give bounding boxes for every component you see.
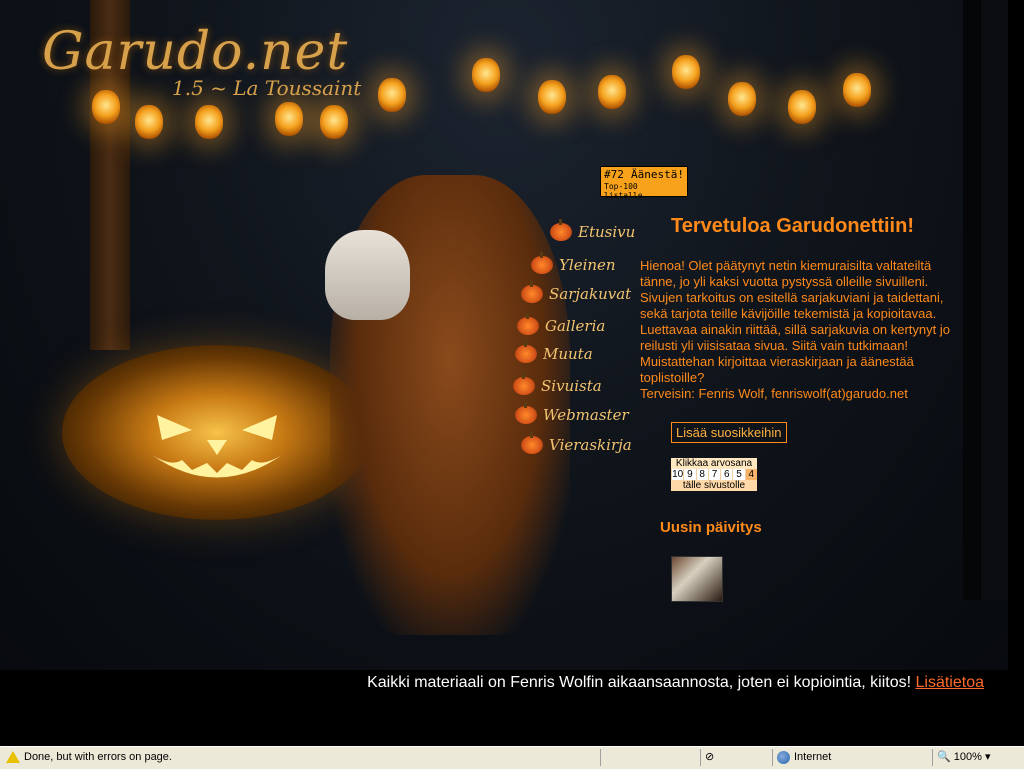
pumpkin-icon [515,402,537,424]
rating-score[interactable]: 5 [732,469,745,480]
rating-widget: Klikkaa arvosana 10 9 8 7 6 5 4 tälle si… [671,458,757,491]
nav-item-label: Vieraskirja [549,436,632,454]
status-bar: Done, but with errors on page. ⊘ Interne… [0,746,1024,769]
footer-text: Kaikki materiaali on Fenris Wolfin aikaa… [367,674,912,691]
lantern [672,55,700,89]
warning-icon [6,751,20,764]
status-message: Done, but with errors on page. [24,751,172,763]
signature: Terveisin: Fenris Wolf, fenriswolf(at)ga… [640,386,908,401]
add-favorites-button[interactable]: Lisää suosikkeihin [671,422,787,443]
pumpkin-icon [517,313,539,335]
site-logo[interactable]: Garudo.net 1.5 ~ La Toussaint [42,22,361,100]
lantern [320,105,348,139]
nav-item-vieraskirja[interactable]: Vieraskirja [521,432,632,454]
rating-scores: 10 9 8 7 6 5 4 [671,469,757,480]
lantern [843,73,871,107]
lantern [275,102,303,136]
globe-icon [777,750,790,764]
pumpkin-face-icon [152,415,282,478]
background-scene: Garudo.net 1.5 ~ La Toussaint #72 Äänestä… [0,0,1008,670]
lantern [135,105,163,139]
updates-title: Uusin päivitys [660,519,762,536]
nav-item-webmaster[interactable]: Webmaster [515,402,629,424]
nav-item-label: Sivuista [541,377,602,395]
rating-score[interactable]: 7 [707,469,721,480]
update-thumbnail[interactable] [671,556,723,602]
nav-item-sarjakuvat[interactable]: Sarjakuvat [521,281,632,303]
lantern [195,105,223,139]
nav-item-sivuista[interactable]: Sivuista [513,373,602,395]
vote-badge[interactable]: #72 Äänestä! Top-100 listalle. [600,166,688,200]
jack-o-lantern-illustration [62,345,372,520]
rating-caption: Klikkaa arvosana [671,458,757,469]
security-zone: Internet [772,749,927,766]
page-title: Tervetuloa Garudonettiin! [671,215,914,237]
nav-item-label: Webmaster [543,406,629,424]
nav-item-label: Etusivu [578,223,636,241]
footer-link[interactable]: Lisätietoa [916,674,985,691]
pumpkin-icon [531,252,553,274]
zone-label: Internet [794,751,832,763]
rating-score[interactable]: 4 [744,469,757,480]
logo-title: Garudo.net [42,22,349,82]
vote-rank: #72 [604,168,624,181]
vote-sub: Top-100 listalle. [604,182,648,200]
vote-label: Äänestä! [631,168,684,181]
zoom-icon: 🔍 [937,751,951,763]
lantern [92,90,120,124]
status-message-area[interactable]: Done, but with errors on page. [2,749,172,766]
lantern [728,82,756,116]
zoom-control[interactable]: 🔍 100% ▾ [932,749,1017,766]
pumpkin-icon [515,341,537,363]
nav-item-label: Sarjakuvat [549,285,632,303]
lantern [538,80,566,114]
right-inner-strip [963,0,981,600]
nav-item-muuta[interactable]: Muuta [515,341,593,363]
nav-item-yleinen[interactable]: Yleinen [531,252,616,274]
pumpkin-icon [550,219,572,241]
lantern [788,90,816,124]
nav-item-label: Muuta [543,345,593,363]
rating-score[interactable]: 6 [720,469,733,480]
pumpkin-icon [521,281,543,303]
skull-mask-illustration [325,230,410,320]
nav-item-label: Galleria [545,317,606,335]
intro-paragraph: Hienoa! Olet päätynyt netin kiemuraisilt… [640,258,950,385]
popup-blocked-icon[interactable]: ⊘ [700,749,725,766]
rating-footer: tälle sivustolle [671,480,757,491]
logo-subtitle: 1.5 ~ La Toussaint [172,76,362,100]
lantern [598,75,626,109]
nav-item-label: Yleinen [559,256,616,274]
rating-score[interactable]: 8 [695,469,708,480]
rating-score[interactable]: 10 [671,469,684,480]
nav-item-etusivu[interactable]: Etusivu [550,219,636,241]
rating-score[interactable]: 9 [683,469,696,480]
nav-item-galleria[interactable]: Galleria [517,313,606,335]
pumpkin-icon [513,373,535,395]
lantern [472,58,500,92]
pumpkin-icon [521,432,543,454]
intro-text: Hienoa! Olet päätynyt netin kiemuraisilt… [640,258,962,402]
status-pane [600,749,625,766]
zoom-level: 100% [953,751,982,763]
footer: Kaikki materiaali on Fenris Wolfin aikaa… [367,674,984,692]
lantern [378,78,406,112]
